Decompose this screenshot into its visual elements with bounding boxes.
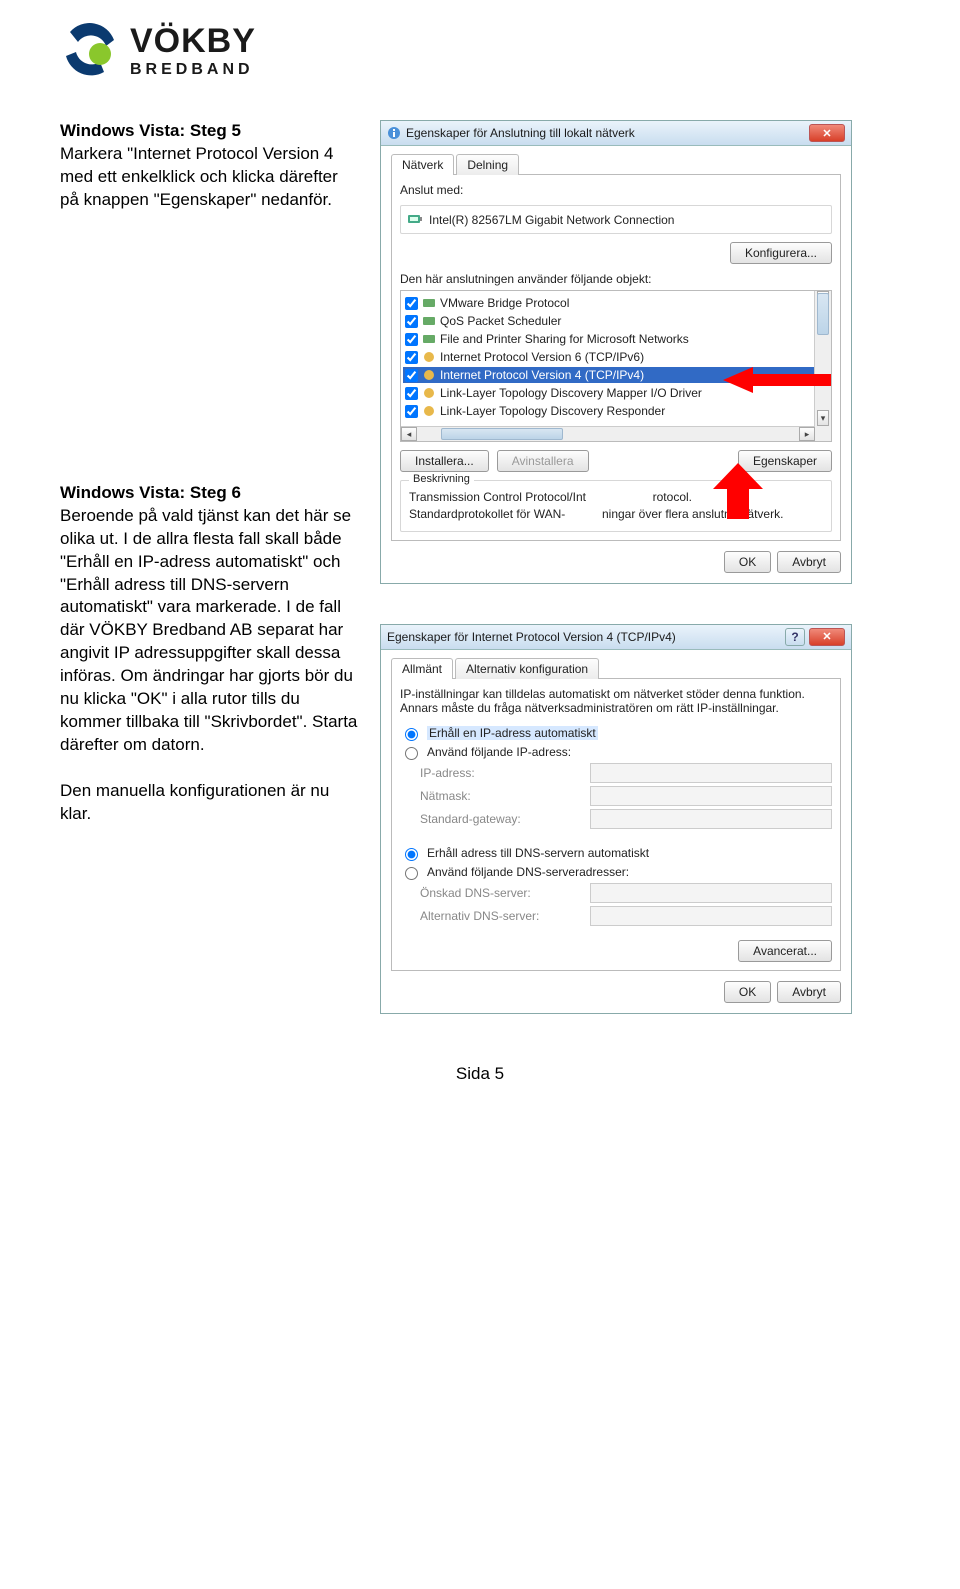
close-button[interactable]: ✕ [809,124,845,142]
network-properties-dialog: Egenskaper för Anslutning till lokalt nä… [380,120,852,584]
dialog1-title: Egenskaper för Anslutning till lokalt nä… [406,126,809,140]
tab-general[interactable]: Allmänt [391,658,453,679]
step6-line2: Den manuella konfigurationen är nu klar. [60,780,360,826]
gateway-label: Standard-gateway: [420,812,590,826]
scrollbar-horizontal[interactable]: ◂ ▸ [401,426,815,441]
list-item: File and Printer Sharing for Microsoft N… [403,331,829,347]
description-text: Standardprotokollet för WAN- [409,507,565,521]
protocol-icon [422,404,436,418]
gateway-field [590,809,832,829]
description-heading: Beskrivning [409,473,474,485]
dialog-icon [387,126,401,140]
checkbox[interactable] [405,297,418,310]
list-item-label: Internet Protocol Version 6 (TCP/IPv6) [440,350,644,364]
list-item: Internet Protocol Version 6 (TCP/IPv6) [403,349,829,365]
red-arrow-annotation [713,463,763,519]
tab-network[interactable]: Nätverk [391,154,454,175]
ipv4-properties-dialog: Egenskaper för Internet Protocol Version… [380,624,852,1014]
red-arrow-annotation [723,367,832,393]
adapter-name: Intel(R) 82567LM Gigabit Network Connect… [429,213,674,227]
step5-title: Windows Vista: Steg 5 [60,120,360,143]
radio-label: Erhåll en IP-adress automatiskt [427,726,598,740]
step5-block: Windows Vista: Steg 5 Markera "Internet … [60,120,360,212]
ok-button[interactable]: OK [724,981,771,1003]
component-icon [422,332,436,346]
checkbox[interactable] [405,387,418,400]
protocol-icon [422,368,436,382]
description-text: Transmission Control Protocol/Int [409,490,586,504]
scroll-right-button[interactable]: ▸ [799,427,815,441]
checkbox[interactable] [405,315,418,328]
radio-label: Använd följande DNS-serveradresser: [427,865,629,879]
list-item-label: Internet Protocol Version 4 (TCP/IPv4) [440,368,644,382]
logo-icon [60,20,120,80]
tab-alt-config[interactable]: Alternativ konfiguration [455,658,599,679]
page-number: Sida 5 [60,1064,900,1084]
alternate-dns-field [590,906,832,926]
list-item-label: Link-Layer Topology Discovery Mapper I/O… [440,386,702,400]
preferred-dns-field [590,883,832,903]
checkbox[interactable] [405,369,418,382]
scrollbar-thumb[interactable] [441,428,563,440]
netmask-field [590,786,832,806]
components-listbox[interactable]: VMware Bridge Protocol QoS Packet Schedu… [400,290,832,442]
list-item: VMware Bridge Protocol [403,295,829,311]
scroll-down-button[interactable]: ▾ [817,410,829,426]
step6-title: Windows Vista: Steg 6 [60,482,360,505]
radio-label: Erhåll adress till DNS-servern automatis… [427,846,649,860]
preferred-dns-label: Önskad DNS-server: [420,886,590,900]
help-button[interactable]: ? [785,628,805,646]
radio-manual-dns[interactable] [405,867,418,880]
scrollbar-vertical[interactable]: ▴ ▾ [814,291,831,441]
list-item-label: VMware Bridge Protocol [440,296,569,310]
list-item: Link-Layer Topology Discovery Responder [403,403,829,419]
uninstall-button[interactable]: Avinstallera [497,450,589,472]
step5-body: Markera "Internet Protocol Version 4 med… [60,143,360,212]
protocol-icon [422,350,436,364]
scroll-left-button[interactable]: ◂ [401,427,417,441]
component-icon [422,314,436,328]
checkbox[interactable] [405,405,418,418]
component-icon [422,296,436,310]
radio-label: Använd följande IP-adress: [427,745,571,759]
ok-button[interactable]: OK [724,551,771,573]
ip-address-label: IP-adress: [420,766,590,780]
configure-button[interactable]: Konfigurera... [730,242,832,264]
step6-block: Windows Vista: Steg 6 Beroende på vald t… [60,482,360,826]
logo-text: VÖKBY [130,22,256,61]
description-text: rotocol. [653,490,692,504]
protocol-icon [422,386,436,400]
alternate-dns-label: Alternativ DNS-server: [420,909,590,923]
connect-using-label: Anslut med: [400,183,832,197]
radio-auto-dns[interactable] [405,848,418,861]
install-button[interactable]: Installera... [400,450,489,472]
checkbox[interactable] [405,351,418,364]
advanced-button[interactable]: Avancerat... [738,940,832,962]
list-item-label: QoS Packet Scheduler [440,314,561,328]
logo-subtext: BREDBAND [130,61,256,79]
scrollbar-thumb[interactable] [817,293,829,335]
list-item-label: File and Printer Sharing for Microsoft N… [440,332,689,346]
ip-address-field [590,763,832,783]
tab-sharing[interactable]: Delning [456,154,519,175]
radio-manual-ip[interactable] [405,747,418,760]
checkbox[interactable] [405,333,418,346]
netmask-label: Nätmask: [420,789,590,803]
network-adapter-icon [407,210,423,229]
cancel-button[interactable]: Avbryt [777,551,841,573]
dialog2-title: Egenskaper för Internet Protocol Version… [387,630,785,644]
list-item: QoS Packet Scheduler [403,313,829,329]
cancel-button[interactable]: Avbryt [777,981,841,1003]
step6-body: Beroende på vald tjänst kan det här se o… [60,505,360,757]
brand-logo: VÖKBY BREDBAND [60,20,900,80]
connection-uses-label: Den här anslutningen använder följande o… [400,272,832,286]
close-button[interactable]: ✕ [809,628,845,646]
ipv4-intro-text: IP-inställningar kan tilldelas automatis… [400,687,832,715]
radio-auto-ip[interactable] [405,728,418,741]
list-item-label: Link-Layer Topology Discovery Responder [440,404,665,418]
